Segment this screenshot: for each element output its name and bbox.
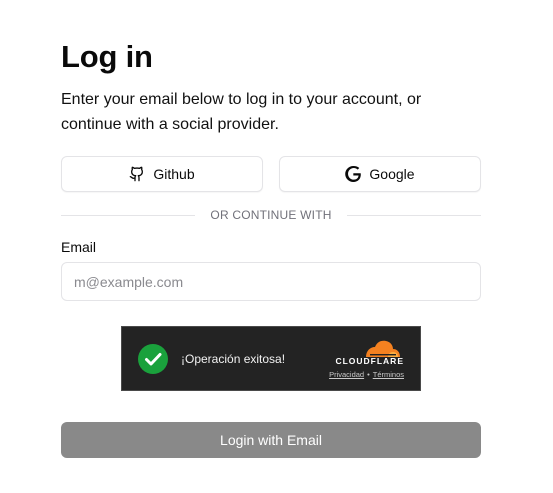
divider-line-right [346, 214, 482, 216]
google-icon [345, 166, 362, 182]
subtitle-line-1: Enter your email below to log in to your… [61, 91, 422, 108]
page-subtitle: Enter your email below to log in to your… [61, 87, 481, 137]
links-separator: • [367, 370, 370, 379]
divider-line-left [61, 214, 196, 216]
subtitle-line-2: continue with a social provider. [61, 116, 279, 133]
email-input[interactable] [61, 262, 481, 301]
terms-link[interactable]: Términos [373, 370, 404, 379]
divider-text: OR CONTINUE WITH [210, 208, 332, 222]
privacy-link[interactable]: Privacidad [329, 370, 364, 379]
captcha-status-text: ¡Operación exitosa! [181, 352, 286, 366]
social-login-row: Github Google [61, 156, 481, 192]
github-icon [129, 166, 145, 182]
github-button-label: Github [153, 166, 195, 182]
google-button-label: Google [369, 166, 415, 182]
login-with-email-button[interactable]: Login with Email [61, 422, 481, 458]
email-label: Email [61, 239, 97, 255]
cloudflare-captcha-widget: ¡Operación exitosa! CLOUDFLARE Privacida… [121, 326, 421, 391]
cloudflare-brand: CLOUDFLARE [335, 356, 404, 366]
check-circle-icon [138, 344, 168, 374]
page-title: Log in [61, 39, 153, 74]
captcha-links: Privacidad • Términos [329, 370, 404, 379]
social-divider: OR CONTINUE WITH [61, 206, 482, 224]
login-card: Log in Enter your email below to log in … [61, 38, 482, 458]
google-button[interactable]: Google [279, 156, 481, 192]
github-button[interactable]: Github [61, 156, 263, 192]
